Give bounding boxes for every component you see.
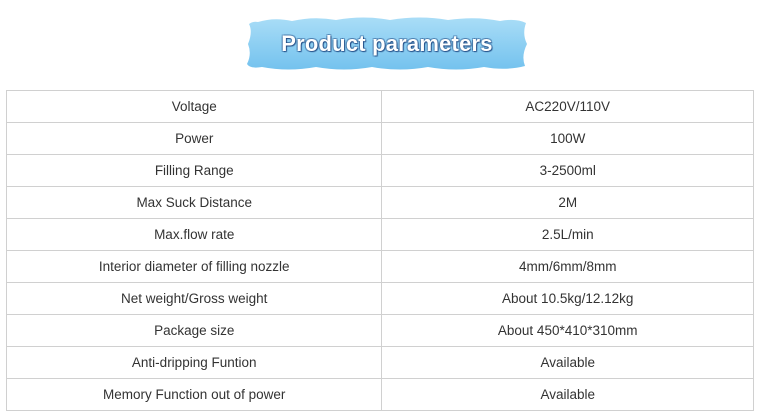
page-title: Product parameters: [281, 31, 493, 56]
param-label: Max Suck Distance: [5, 186, 383, 219]
table-row: Filling Range 3-2500ml: [5, 154, 754, 187]
param-value: 3-2500ml: [381, 154, 754, 187]
product-parameters-table: Voltage AC220V/110V Power 100W Filling R…: [5, 90, 754, 411]
table-row: Max.flow rate 2.5L/min: [5, 218, 754, 251]
table-row: Voltage AC220V/110V: [5, 90, 754, 123]
param-label: Anti-dripping Funtion: [5, 346, 383, 379]
table-row: Memory Function out of power Available: [5, 378, 754, 411]
param-value: Available: [381, 378, 754, 411]
param-value: 4mm/6mm/8mm: [381, 250, 754, 283]
param-label: Power: [5, 122, 383, 155]
table-row: Net weight/Gross weight About 10.5kg/12.…: [5, 282, 754, 315]
table-row: Package size About 450*410*310mm: [5, 314, 754, 347]
title-banner: Product parameters: [244, 14, 530, 74]
param-value: 100W: [381, 122, 754, 155]
param-label: Filling Range: [5, 154, 383, 187]
param-value: About 10.5kg/12.12kg: [381, 282, 754, 315]
table-row: Power 100W: [5, 122, 754, 155]
param-label: Memory Function out of power: [5, 378, 383, 411]
param-label: Package size: [5, 314, 383, 347]
table-row: Max Suck Distance 2M: [5, 186, 754, 219]
param-value: Available: [381, 346, 754, 379]
table-row: Anti-dripping Funtion Available: [5, 346, 754, 379]
param-label: Net weight/Gross weight: [5, 282, 383, 315]
param-label: Max.flow rate: [5, 218, 383, 251]
param-value: About 450*410*310mm: [381, 314, 754, 347]
param-value: 2M: [381, 186, 754, 219]
table-row: Interior diameter of filling nozzle 4mm/…: [5, 250, 754, 283]
param-label: Interior diameter of filling nozzle: [5, 250, 383, 283]
param-value: 2.5L/min: [381, 218, 754, 251]
param-value: AC220V/110V: [381, 90, 754, 123]
param-label: Voltage: [5, 90, 383, 123]
